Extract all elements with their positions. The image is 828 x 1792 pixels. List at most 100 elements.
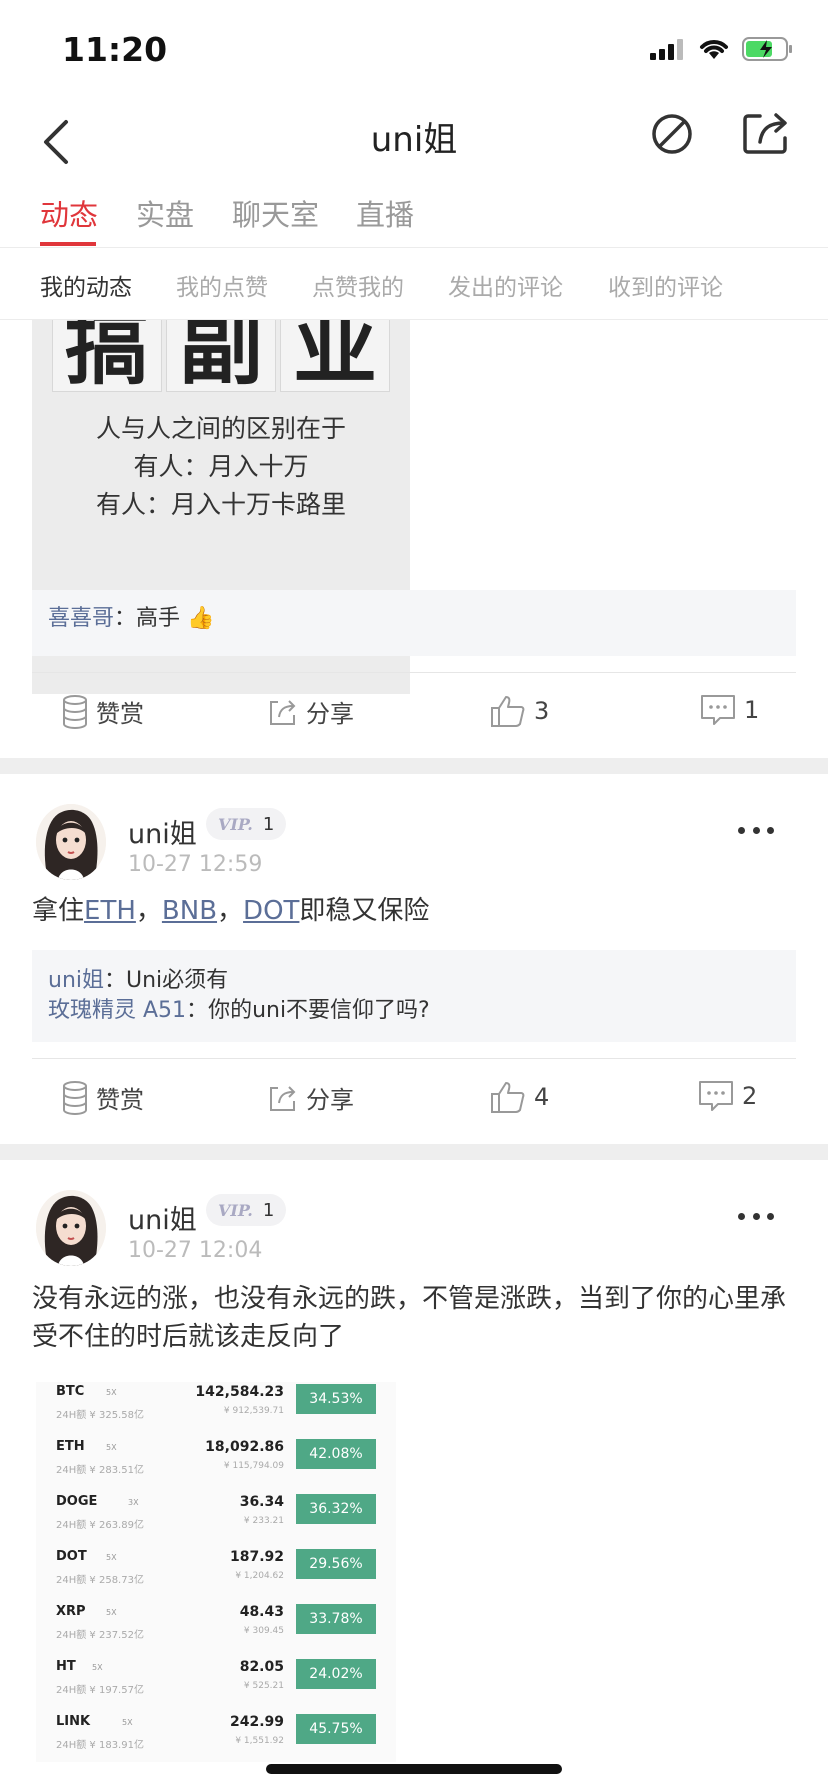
reward-button[interactable]: 赞赏 [62, 694, 144, 729]
reward-label: 赞赏 [96, 1086, 144, 1114]
volume: 24H额 ¥ 325.58亿 [56, 1410, 144, 1421]
thumbs-up-icon [491, 696, 525, 727]
change-badge: 42.08% [296, 1439, 376, 1469]
coins-icon [63, 1080, 87, 1115]
coins-icon [63, 694, 87, 729]
coin-name: BTC [56, 1384, 85, 1399]
status-time: 11:20 [62, 30, 168, 69]
comment[interactable]: uni姐：Uni必须有 [48, 966, 780, 996]
post-time: 10-27 12:59 [128, 852, 263, 877]
leverage: 5X [92, 1663, 103, 1672]
reward-button[interactable]: 赞赏 [62, 1080, 144, 1115]
price: 82.05 [239, 1659, 284, 1675]
avatar[interactable] [36, 804, 106, 880]
tab-live-stream[interactable]: 直播 [356, 192, 414, 234]
share-post-button[interactable]: 分享 [268, 694, 354, 729]
comment-button[interactable]: 1 [700, 694, 759, 726]
page-title: uni姐 [370, 120, 458, 160]
volume: 24H额 ¥ 263.89亿 [56, 1520, 144, 1531]
comment[interactable]: 玫瑰精灵 A51：你的uni不要信仰了吗? [48, 996, 780, 1026]
dot [752, 826, 760, 834]
subtab-my-posts[interactable]: 我的动态 [40, 268, 132, 302]
vip-label: VIP. [218, 814, 253, 834]
market-row: DOGE 3X 24H额 ¥ 263.89亿 36.34 ¥ 233.21 36… [36, 1492, 396, 1547]
subtab-liked-me[interactable]: 点赞我的 [312, 268, 404, 302]
block-button[interactable] [646, 108, 698, 160]
dot [738, 1212, 745, 1220]
username[interactable]: uni姐 [128, 812, 197, 851]
dot [767, 1212, 774, 1220]
price-cny: ¥ 115,794.09 [223, 1461, 284, 1471]
comment-icon [699, 1081, 733, 1111]
leverage: 5X [106, 1608, 117, 1617]
comment-text: 你的uni不要信仰了吗? [208, 998, 430, 1023]
coin-link-eth[interactable]: ETH [84, 896, 136, 926]
share-post-button[interactable]: 分享 [268, 1080, 354, 1115]
more-button[interactable] [738, 1210, 774, 1222]
feed[interactable]: 搞 副 业 人与人之间的区别在于 有人：月入十万 有人：月入十万卡路里 喜喜哥：… [0, 320, 828, 1792]
nav-bar: uni姐 [0, 96, 828, 188]
subtab-my-likes[interactable]: 我的点赞 [176, 268, 268, 302]
post-header: uni姐 VIP. 1 10-27 12:04 [0, 1190, 828, 1290]
comment-separator: ： [104, 968, 127, 993]
share-icon [270, 1085, 296, 1111]
image-headline-char: 副 [166, 320, 276, 393]
more-button[interactable] [738, 824, 774, 836]
vip-badge: VIP. 1 [206, 1194, 286, 1226]
market-screenshot-image[interactable]: BTC 5X 24H额 ¥ 325.58亿 142,584.23 ¥ 912,5… [36, 1382, 396, 1762]
coin-link-bnb[interactable]: BNB [162, 896, 217, 926]
share-button[interactable] [738, 106, 794, 162]
comment-user[interactable]: 喜喜哥 [48, 606, 114, 631]
coin-name: HT [56, 1659, 76, 1674]
divider [32, 1058, 796, 1059]
vip-level: 1 [262, 1199, 275, 1221]
subtab-received-comments[interactable]: 收到的评论 [608, 268, 723, 302]
image-headline-char: 搞 [52, 320, 162, 393]
username[interactable]: uni姐 [128, 1198, 197, 1237]
coin-name: LINK [56, 1714, 91, 1729]
post-separator [0, 1144, 828, 1160]
comment-box: uni姐：Uni必须有 玫瑰精灵 A51：你的uni不要信仰了吗? [32, 950, 796, 1042]
share-icon [270, 699, 296, 725]
tab-live-trading[interactable]: 实盘 [136, 192, 194, 234]
post-actions: 赞赏 分享 4 2 [0, 1060, 828, 1140]
comment-count: 2 [742, 1082, 758, 1110]
status-bar: 11:20 [0, 0, 828, 96]
tab-dynamic[interactable]: 动态 [40, 192, 98, 234]
like-button[interactable]: 3 [490, 694, 549, 728]
image-caption-line: 有人：月入十万 [133, 452, 309, 481]
market-row: LINK 5X 24H额 ¥ 183.91亿 242.99 ¥ 1,551.92… [36, 1712, 396, 1767]
home-indicator[interactable] [266, 1764, 562, 1774]
wifi-icon [700, 40, 728, 59]
coin-name: ETH [56, 1439, 85, 1454]
avatar[interactable] [36, 1190, 106, 1266]
market-row: ETH 5X 24H额 ¥ 283.51亿 18,092.86 ¥ 115,79… [36, 1437, 396, 1492]
change-badge: 34.53% [296, 1384, 376, 1414]
dot [738, 826, 745, 834]
price: 142,584.23 [195, 1384, 284, 1400]
comment[interactable]: 喜喜哥：高手 👍 [48, 604, 780, 634]
dot [752, 1212, 760, 1220]
comment-count: 1 [744, 696, 760, 724]
leverage: 5X [106, 1443, 117, 1452]
like-button[interactable]: 4 [490, 1080, 549, 1114]
like-count: 4 [534, 1083, 550, 1111]
post-time: 10-27 12:04 [128, 1238, 263, 1263]
tab-chatroom[interactable]: 聊天室 [232, 192, 319, 234]
change-badge: 36.32% [296, 1494, 376, 1524]
comment-button[interactable]: 2 [698, 1080, 757, 1112]
coin-name: DOGE [56, 1494, 98, 1509]
subtab-sent-comments[interactable]: 发出的评论 [448, 268, 563, 302]
comment-user[interactable]: 玫瑰精灵 A51 [48, 998, 186, 1023]
active-tab-indicator [40, 242, 96, 246]
volume: 24H额 ¥ 258.73亿 [56, 1575, 144, 1586]
comment-user[interactable]: uni姐 [48, 968, 104, 993]
post-text: 没有永远的涨，也没有永远的跌，不管是涨跌，当到了你的心里承受不住的时后就该走反向… [32, 1284, 787, 1352]
avatar-illustration [36, 1190, 106, 1266]
post-text-part: 即稳又保险 [299, 896, 430, 926]
post-text-part: 拿住 [32, 896, 85, 926]
post-text-part: ， [217, 896, 244, 926]
coin-link-dot[interactable]: DOT [243, 896, 299, 926]
post-text-part: ， [135, 896, 162, 926]
volume: 24H额 ¥ 183.91亿 [56, 1740, 144, 1751]
